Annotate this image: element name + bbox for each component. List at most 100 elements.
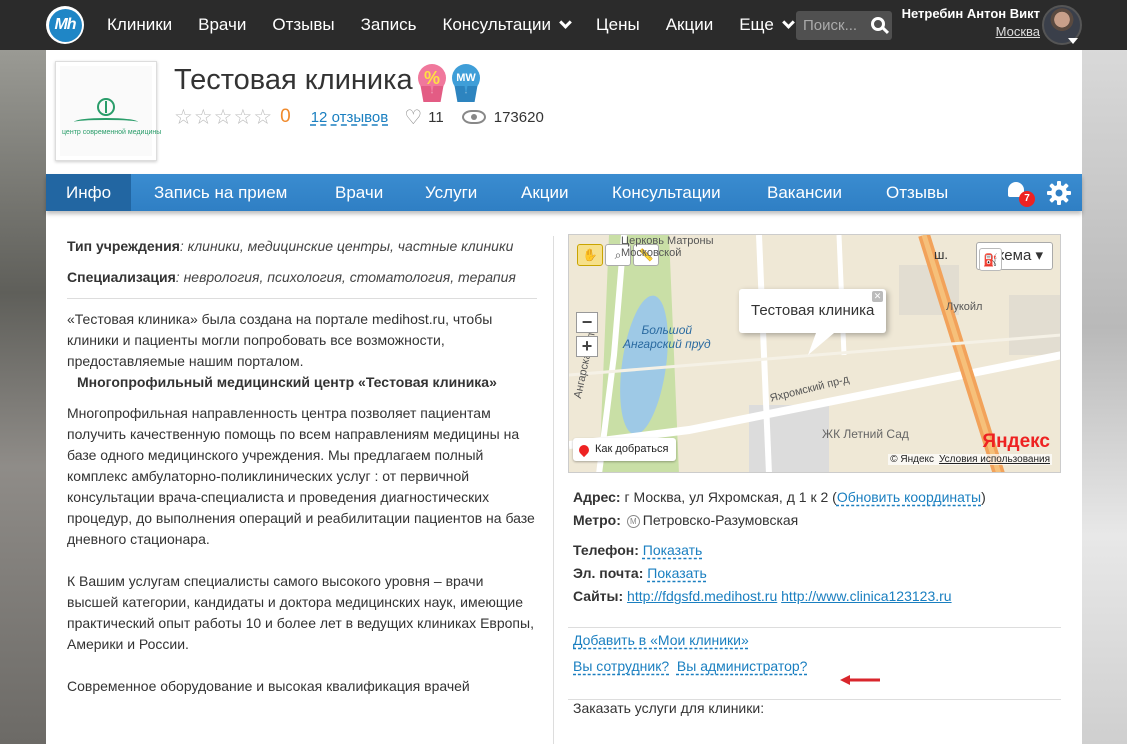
map-pin-icon — [576, 442, 592, 457]
hand-icon[interactable]: ✋ — [577, 244, 603, 266]
email-row: Эл. почта: Показать — [573, 562, 1063, 585]
mw-badge-icon[interactable]: MW — [452, 64, 480, 104]
rating-value: 0 — [280, 106, 291, 127]
show-phone-link[interactable]: Показать — [643, 542, 703, 558]
metro-label: Метро: — [573, 512, 621, 528]
tab-vacancies[interactable]: Вакансии — [747, 174, 862, 211]
user-block[interactable]: Нетребин Антон Викт Москва — [900, 6, 1040, 39]
email-label: Эл. почта: — [573, 565, 644, 581]
site-link[interactable]: http://fdgsfd.medihost.ru — [627, 588, 777, 604]
likes-count: 11 — [428, 108, 444, 126]
type-label: Тип учреждения — [67, 238, 180, 254]
map-label-lake: Большой Ангарский пруд — [623, 323, 711, 351]
show-email-link[interactable]: Показать — [647, 565, 707, 581]
tab-info[interactable]: Инфо — [46, 174, 132, 211]
logo-wave — [74, 118, 138, 126]
tab-consultations[interactable]: Консультации — [592, 174, 741, 211]
description-subheading: Многопрофильный медицинский центр «Тесто… — [77, 374, 497, 390]
gas-station-icon[interactable]: ⛽ — [979, 248, 1002, 271]
column-divider — [553, 236, 554, 744]
divider — [568, 627, 1061, 628]
star-icon[interactable]: ☆ — [174, 107, 193, 128]
balloon-text: Тестовая клиника — [751, 302, 875, 319]
chevron-down-icon — [559, 16, 572, 29]
eye-icon — [461, 110, 486, 124]
map-label-park: ЖК Летний Сад — [822, 427, 909, 441]
discount-badge-icon[interactable]: % — [418, 64, 446, 104]
site-link[interactable]: http://www.clinica123123.ru — [781, 588, 951, 604]
caret-down-icon[interactable] — [1068, 38, 1078, 44]
metro-icon: M — [626, 515, 640, 528]
nav-prices[interactable]: Цены — [583, 15, 653, 35]
address-label: Адрес: — [573, 489, 621, 505]
clinic-tabs: Инфо Запись на прием Врачи Услуги Акции … — [46, 174, 1082, 211]
contacts-block: Адрес: г Москва, ул Яхромская, д 1 к 2 (… — [573, 486, 1063, 720]
page-title: Тестовая клиника — [174, 64, 413, 96]
heart-icon[interactable]: ♡ — [404, 105, 422, 130]
star-icon[interactable]: ☆ — [194, 107, 213, 128]
map-label-church: Церковь Матроны Московской — [621, 235, 714, 259]
admin-link[interactable]: Вы администратор? — [677, 658, 808, 674]
tab-appointment[interactable]: Запись на прием — [134, 174, 307, 211]
terms-link[interactable]: Условия использования — [939, 454, 1050, 465]
add-to-my-clinics-link[interactable]: Добавить в «Мои клиники» — [573, 632, 749, 648]
user-name[interactable]: Нетребин Антон Викт — [900, 6, 1040, 21]
star-icon[interactable]: ☆ — [253, 107, 272, 128]
site-logo[interactable]: Mh — [46, 6, 84, 44]
order-services-heading: Заказать услуги для клиники: — [573, 700, 765, 716]
yandex-logo[interactable]: Яндекс — [982, 431, 1050, 453]
star-icon[interactable]: ☆ — [233, 107, 252, 128]
institution-type: Тип учреждения: клиники, медицинские цен… — [67, 236, 537, 257]
close-icon[interactable]: ✕ — [872, 291, 883, 302]
nav-reviews[interactable]: Отзывы — [259, 15, 347, 35]
background-right — [1081, 50, 1127, 744]
specialization: Специализация: неврология, психология, с… — [67, 267, 537, 288]
address-row: Адрес: г Москва, ул Яхромская, д 1 к 2 (… — [573, 489, 986, 505]
employee-link[interactable]: Вы сотрудник? — [573, 658, 669, 674]
zoom-out-button[interactable]: − — [576, 312, 598, 333]
nav-more[interactable]: Еще — [726, 15, 806, 35]
clinic-logo: центр современной медицины — [55, 61, 161, 161]
description-paragraph: К Вашим услугам специалисты самого высок… — [67, 573, 534, 652]
nav-label: Консультации — [442, 15, 552, 34]
nav-label: Запись — [360, 15, 417, 34]
tab-reviews[interactable]: Отзывы — [866, 174, 968, 211]
user-city-link[interactable]: Москва — [996, 24, 1040, 39]
nav-consultations[interactable]: Консультации — [429, 15, 583, 35]
nav-label: Клиники — [107, 15, 173, 34]
tab-promotions[interactable]: Акции — [501, 174, 589, 211]
map-balloon: Тестовая клиника ✕ — [739, 289, 886, 333]
nav-promotions[interactable]: Акции — [653, 15, 727, 35]
update-coords-link[interactable]: Обновить координаты — [837, 489, 981, 505]
notification-count: 7 — [1019, 191, 1035, 207]
tab-services[interactable]: Услуги — [405, 174, 497, 211]
search-box — [796, 11, 892, 40]
main-nav: Клиники Врачи Отзывы Запись Консультации… — [94, 0, 806, 50]
address-value: г Москва, ул Яхромская, д 1 к 2 — [624, 489, 829, 505]
star-icon[interactable]: ☆ — [214, 107, 233, 128]
nav-clinics[interactable]: Клиники — [94, 15, 185, 35]
copyright-text: © Яндекс — [890, 454, 934, 465]
nav-label: Акции — [665, 15, 714, 34]
search-icon[interactable] — [871, 17, 885, 31]
main-container: центр современной медицины Тестовая клин… — [46, 50, 1082, 744]
nav-label: Отзывы — [272, 15, 335, 34]
tab-doctors[interactable]: Врачи — [315, 174, 403, 211]
nav-appointment[interactable]: Запись — [348, 15, 430, 35]
nav-label: Цены — [596, 15, 640, 34]
reviews-link[interactable]: 12 отзывов — [311, 109, 389, 126]
zoom-in-button[interactable]: + — [576, 336, 598, 357]
nav-doctors[interactable]: Врачи — [185, 15, 259, 35]
rating-stars[interactable]: ☆ ☆ ☆ ☆ ☆ — [174, 107, 272, 128]
description-paragraph: «Тестовая клиника» была создана на порта… — [67, 311, 493, 369]
route-button[interactable]: Как добраться — [573, 438, 677, 461]
metro-row: Метро: M Петровско-Разумовская — [573, 509, 1063, 532]
zoom-control: − + — [576, 312, 598, 360]
bell-icon[interactable]: 7 — [1008, 182, 1035, 207]
gear-icon[interactable] — [1046, 180, 1072, 206]
map-copyright: © Яндекс Условия использования — [888, 454, 1052, 465]
search-input[interactable] — [796, 11, 866, 40]
yandex-map[interactable]: ✋ ⌕ 📏 Схема ▾ ⛽ Лукойл Церковь Матроны М… — [568, 234, 1061, 473]
map-label-highway: ш. — [934, 247, 949, 262]
phone-row: Телефон: Показать — [573, 539, 1063, 562]
